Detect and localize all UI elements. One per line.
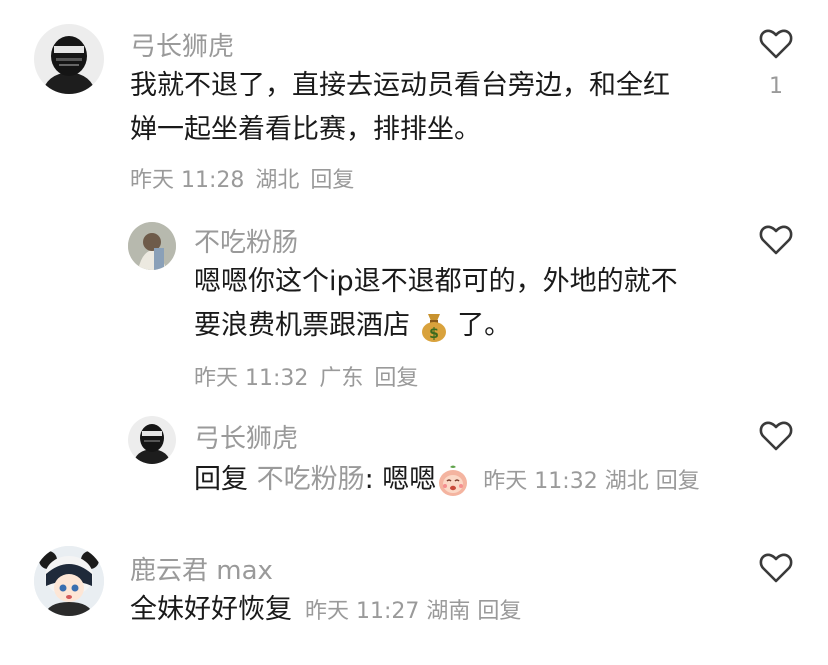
- location: 湖南: [426, 599, 471, 624]
- username[interactable]: 弓长狮虎: [194, 418, 298, 455]
- heart-icon[interactable]: [759, 552, 793, 584]
- comment-meta: 昨天 11:32 湖北 回复: [476, 469, 699, 494]
- heart-icon[interactable]: [759, 224, 793, 256]
- username[interactable]: 鹿云君 max: [130, 550, 273, 587]
- location: 广东: [319, 366, 364, 391]
- comment-3: 弓长狮虎 回复 不吃粉肠: 嗯嗯 昨天 11:32 湖北 回复: [0, 406, 828, 526]
- avatar[interactable]: [34, 24, 104, 94]
- comment-text: 嗯嗯你这个ip退不退都可的，外地的就不 要浪费机票跟酒店 $ 了。: [194, 266, 678, 342]
- heart-icon[interactable]: [759, 28, 793, 60]
- comment-text: 全妹好好恢复 昨天 11:27 湖南 回复: [130, 594, 522, 625]
- comment-text: 我就不退了，直接去运动员看台旁边，和全红 婵一起坐着看比赛，排排坐。: [130, 70, 670, 145]
- svg-text:$: $: [429, 326, 439, 342]
- reply-button[interactable]: 回复: [656, 469, 700, 494]
- username[interactable]: 弓长狮虎: [130, 26, 234, 63]
- timestamp: 昨天 11:32: [483, 469, 598, 494]
- avatar[interactable]: [128, 222, 176, 270]
- comment-4: 鹿云君 max 全妹好好恢复 昨天 11:27 湖南 回复: [0, 526, 828, 665]
- comment-meta: 昨天 11:28 湖北 回复: [130, 162, 358, 194]
- comment-meta: 昨天 11:27 湖南 回复: [298, 599, 521, 624]
- username[interactable]: 不吃粉肠: [194, 222, 298, 259]
- like-count: 1: [769, 74, 783, 99]
- location: 湖北: [604, 469, 649, 494]
- location: 湖北: [255, 168, 300, 193]
- money-bag-icon: $: [421, 313, 446, 342]
- comment-2: 不吃粉肠 嗯嗯你这个ip退不退都可的，外地的就不 要浪费机票跟酒店 $ 了。 昨…: [0, 210, 828, 406]
- peach-face-icon: [439, 465, 468, 496]
- timestamp: 昨天 11:28: [130, 168, 245, 193]
- comment-1: 弓长狮虎 我就不退了，直接去运动员看台旁边，和全红 婵一起坐着看比赛，排排坐。 …: [0, 0, 828, 210]
- timestamp: 昨天 11:27: [305, 599, 420, 624]
- comment-meta: 昨天 11:32 广东 回复: [194, 360, 422, 392]
- comment-text: 回复 不吃粉肠: 嗯嗯 昨天 11:32 湖北 回复: [194, 458, 754, 504]
- timestamp: 昨天 11:32: [194, 366, 309, 391]
- avatar[interactable]: [128, 416, 176, 464]
- reply-button[interactable]: 回复: [310, 168, 354, 193]
- avatar[interactable]: [34, 546, 104, 616]
- heart-icon[interactable]: [759, 420, 793, 452]
- mention[interactable]: 不吃粉肠: [257, 464, 365, 495]
- reply-button[interactable]: 回复: [477, 599, 521, 624]
- reply-button[interactable]: 回复: [374, 366, 418, 391]
